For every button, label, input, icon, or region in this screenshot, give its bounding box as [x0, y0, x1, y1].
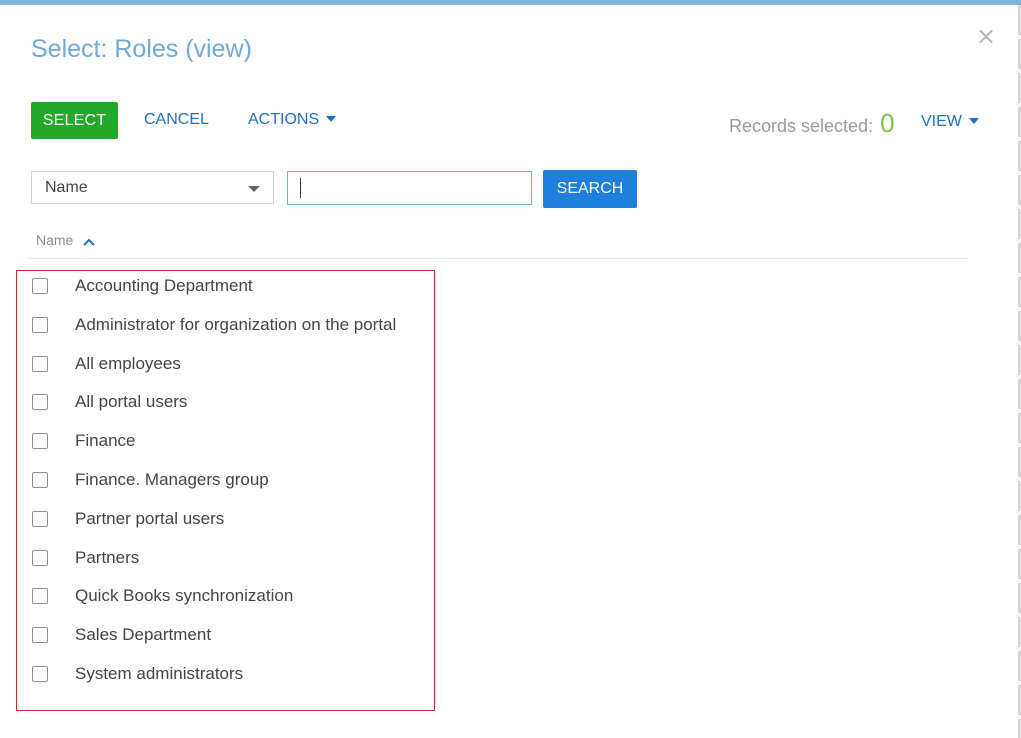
- list-item[interactable]: Accounting Department: [32, 274, 253, 298]
- list-item-label: All portal users: [75, 392, 188, 411]
- row-checkbox[interactable]: [32, 278, 48, 294]
- chevron-down-icon: [968, 117, 979, 124]
- row-checkbox[interactable]: [32, 317, 48, 333]
- view-label: VIEW: [921, 113, 962, 130]
- list-item-label: All employees: [75, 354, 181, 373]
- list-item-label: Finance. Managers group: [75, 470, 269, 489]
- search-button[interactable]: SEARCH: [543, 170, 637, 208]
- sort-ascending-icon: [83, 233, 96, 249]
- list-item[interactable]: Partner portal users: [32, 507, 224, 531]
- page-title: Select: Roles (view): [31, 35, 252, 63]
- records-selected: Records selected: 0: [729, 108, 895, 138]
- row-checkbox[interactable]: [32, 472, 48, 488]
- chevron-down-icon: [326, 115, 337, 122]
- records-selected-label: Records selected:: [729, 116, 874, 136]
- row-checkbox[interactable]: [32, 550, 48, 566]
- search-input[interactable]: [287, 171, 532, 205]
- row-checkbox[interactable]: [32, 666, 48, 682]
- search-field-value: Name: [45, 179, 88, 196]
- list-item-label: Partner portal users: [75, 509, 225, 528]
- list-item-label: System administrators: [75, 664, 244, 683]
- dialog-top-accent-bar: [0, 0, 1021, 5]
- records-selected-count: 0: [880, 108, 895, 138]
- list-item[interactable]: Partners: [32, 546, 139, 570]
- search-field-select[interactable]: Name: [31, 171, 274, 204]
- list-item-label: Administrator for organization on the po…: [75, 315, 397, 334]
- list-item[interactable]: Sales Department: [32, 623, 211, 647]
- list-item[interactable]: System administrators: [32, 662, 243, 686]
- column-header-label: Name: [36, 232, 74, 248]
- list-item-label: Sales Department: [75, 625, 212, 644]
- cancel-button[interactable]: CANCEL: [144, 108, 209, 132]
- header-divider: [28, 258, 968, 259]
- close-icon[interactable]: ×: [976, 24, 996, 48]
- row-checkbox[interactable]: [32, 588, 48, 604]
- list-item[interactable]: Administrator for organization on the po…: [32, 313, 396, 337]
- list-item[interactable]: Finance. Managers group: [32, 468, 269, 492]
- row-checkbox[interactable]: [32, 433, 48, 449]
- list-item-label: Accounting Department: [75, 276, 253, 295]
- row-checkbox[interactable]: [32, 511, 48, 527]
- list-item-label: Partners: [75, 548, 140, 567]
- list-item[interactable]: Finance: [32, 429, 135, 453]
- row-checkbox[interactable]: [32, 394, 48, 410]
- view-menu-button[interactable]: VIEW: [921, 110, 979, 134]
- chevron-down-icon: [248, 186, 260, 192]
- row-checkbox[interactable]: [32, 356, 48, 372]
- list-item[interactable]: All employees: [32, 352, 181, 376]
- actions-menu-button[interactable]: ACTIONS: [248, 108, 337, 132]
- list-item[interactable]: All portal users: [32, 390, 187, 414]
- text-caret: [300, 178, 301, 198]
- select-button[interactable]: SELECT: [31, 102, 118, 139]
- list-item-label: Finance: [75, 431, 136, 450]
- list-item[interactable]: Quick Books synchronization: [32, 584, 293, 608]
- column-header-name[interactable]: Name: [36, 232, 96, 249]
- row-checkbox[interactable]: [32, 627, 48, 643]
- list-item-label: Quick Books synchronization: [75, 586, 294, 605]
- actions-label: ACTIONS: [248, 111, 320, 128]
